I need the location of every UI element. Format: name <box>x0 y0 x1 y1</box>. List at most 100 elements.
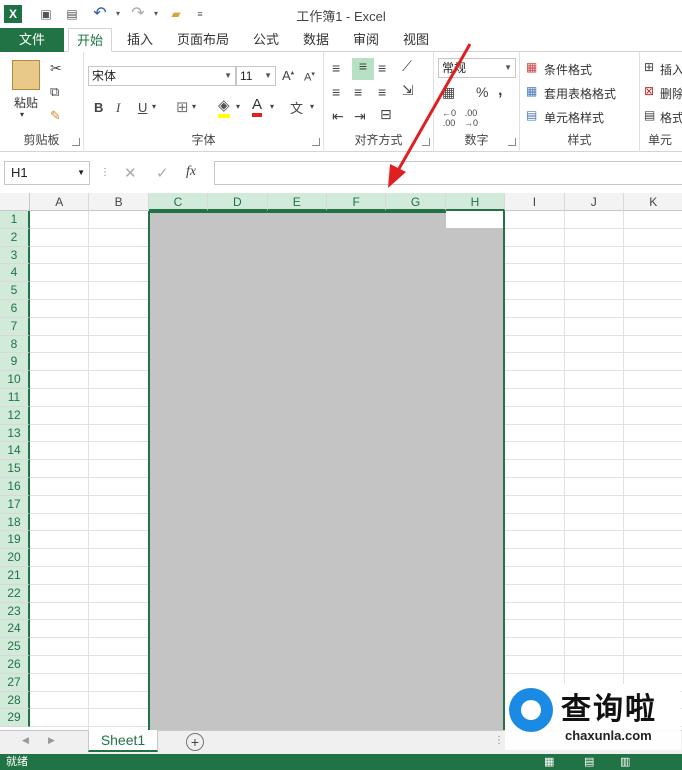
bottom-align-icon[interactable]: ≡ <box>378 60 386 76</box>
active-cell-h1[interactable] <box>446 211 503 228</box>
underline-dropdown-icon[interactable]: ▾ <box>152 102 156 111</box>
add-sheet-icon[interactable]: + <box>186 733 204 751</box>
row-header-3[interactable]: 3 <box>0 246 30 265</box>
format-painter-icon[interactable]: ✎ <box>50 108 61 124</box>
formula-input[interactable] <box>214 161 682 185</box>
column-header-j[interactable]: J <box>564 193 624 211</box>
cancel-icon[interactable]: ✕ <box>124 164 137 182</box>
alignment-launcher-icon[interactable] <box>422 138 430 146</box>
row-header-20[interactable]: 20 <box>0 549 30 567</box>
fill-color-icon[interactable]: ◈ <box>218 96 230 118</box>
row-header-21[interactable]: 21 <box>0 567 30 585</box>
row-header-5[interactable]: 5 <box>0 282 30 300</box>
column-header-h[interactable]: H <box>445 193 506 211</box>
font-color-dropdown-icon[interactable]: ▾ <box>270 102 274 111</box>
underline-button[interactable]: U <box>138 100 147 115</box>
column-header-i[interactable]: I <box>505 193 565 211</box>
percent-button[interactable]: % <box>476 84 488 100</box>
format-as-table-icon[interactable]: ▦ <box>526 84 537 98</box>
font-name-select[interactable]: 宋体 ▼ <box>88 66 236 86</box>
tab-formulas[interactable]: 公式 <box>246 28 286 52</box>
column-header-d[interactable]: D <box>208 193 268 211</box>
decrease-font-icon[interactable]: A▾ <box>304 70 315 84</box>
name-box[interactable]: H1 ▼ <box>4 161 90 185</box>
decrease-indent-icon[interactable]: ⇤ <box>332 108 344 125</box>
fill-dropdown-icon[interactable]: ▾ <box>236 102 240 111</box>
phonetic-icon[interactable]: 文 <box>290 98 303 117</box>
format-cells-button[interactable]: 格式 <box>660 109 682 126</box>
align-right-icon[interactable]: ≡ <box>378 84 386 100</box>
bold-button[interactable]: B <box>94 100 103 115</box>
selected-range[interactable] <box>148 211 505 730</box>
row-header-24[interactable]: 24 <box>0 620 30 639</box>
column-header-f[interactable]: F <box>327 193 387 211</box>
borders-icon[interactable]: ⊞ <box>176 98 189 116</box>
column-header-g[interactable]: G <box>386 193 446 211</box>
row-header-23[interactable]: 23 <box>0 602 30 621</box>
row-header-18[interactable]: 18 <box>0 513 30 532</box>
accounting-format-icon[interactable]: ▦ <box>442 84 455 101</box>
row-header-13[interactable]: 13 <box>0 424 30 443</box>
row-header-19[interactable]: 19 <box>0 531 30 550</box>
tab-data[interactable]: 数据 <box>296 28 336 52</box>
decrease-decimal-icon[interactable]: .00 →0 <box>464 108 478 128</box>
copy-icon[interactable]: ⧉ <box>50 84 59 100</box>
merge-center-icon[interactable]: ⊟ <box>380 106 392 123</box>
scroll-right-icon[interactable]: ▶ <box>48 735 55 746</box>
delete-cells-button[interactable]: 删除 <box>660 85 682 102</box>
tab-page-layout[interactable]: 页面布局 <box>170 28 236 52</box>
italic-button[interactable]: I <box>116 100 120 116</box>
orientation-icon[interactable]: ⟋ <box>402 58 412 75</box>
row-header-7[interactable]: 7 <box>0 317 30 336</box>
row-header-8[interactable]: 8 <box>0 335 30 354</box>
increase-indent-icon[interactable]: ⇥ <box>354 108 366 125</box>
row-header-26[interactable]: 26 <box>0 656 30 674</box>
comma-style-button[interactable]: , <box>498 82 502 100</box>
row-header-28[interactable]: 28 <box>0 691 30 710</box>
delete-cells-icon[interactable]: ⊠ <box>644 84 654 98</box>
font-launcher-icon[interactable] <box>312 138 320 146</box>
column-header-e[interactable]: E <box>267 193 327 211</box>
worksheet-grid[interactable]: A B C D E F G H I J K 1 2 3 4 5 6 7 8 9 10 11 12 13 14 15 16 17 18 19… <box>0 193 682 730</box>
tab-home[interactable]: 开始 <box>68 28 112 52</box>
conditional-format-icon[interactable]: ▦ <box>526 60 537 74</box>
cell-styles-button[interactable]: 单元格样式 <box>544 109 604 126</box>
paste-icon[interactable] <box>12 60 40 90</box>
font-color-icon[interactable]: A <box>252 96 263 117</box>
select-all-corner[interactable] <box>0 193 30 211</box>
borders-dropdown-icon[interactable]: ▾ <box>192 102 196 111</box>
align-left-icon[interactable]: ≡ <box>332 84 340 100</box>
row-header-22[interactable]: 22 <box>0 584 30 603</box>
row-header-15[interactable]: 15 <box>0 460 30 478</box>
format-cells-icon[interactable]: ▤ <box>644 108 655 122</box>
phonetic-dropdown-icon[interactable]: ▾ <box>310 102 314 111</box>
wrap-text-icon[interactable]: ⇲ <box>402 82 414 99</box>
normal-view-icon[interactable]: ▦ <box>544 754 554 770</box>
tab-review[interactable]: 审阅 <box>346 28 386 52</box>
enter-icon[interactable]: ✓ <box>156 164 169 182</box>
column-header-b[interactable]: B <box>89 193 149 211</box>
increase-font-icon[interactable]: A▴ <box>282 68 294 83</box>
tab-view[interactable]: 视图 <box>396 28 436 52</box>
tab-file[interactable]: 文件 <box>0 28 64 52</box>
row-header-9[interactable]: 9 <box>0 353 30 372</box>
middle-align-icon[interactable]: ≡ <box>352 58 374 80</box>
format-as-table-button[interactable]: 套用表格格式 <box>544 85 616 102</box>
paste-button[interactable]: 粘贴 <box>8 94 44 111</box>
tab-insert[interactable]: 插入 <box>118 28 162 52</box>
row-header-4[interactable]: 4 <box>0 264 30 283</box>
increase-decimal-icon[interactable]: ←0.00 <box>442 108 456 128</box>
row-header-12[interactable]: 12 <box>0 406 30 425</box>
conditional-format-button[interactable]: 条件格式 <box>544 61 592 78</box>
paste-dropdown-icon[interactable]: ▾ <box>20 110 24 119</box>
row-header-27[interactable]: 27 <box>0 673 30 692</box>
align-center-icon[interactable]: ≡ <box>354 84 362 100</box>
cell-styles-icon[interactable]: ▤ <box>526 108 537 122</box>
row-header-14[interactable]: 14 <box>0 442 30 461</box>
page-break-view-icon[interactable]: ▥ <box>620 754 630 770</box>
scroll-left-icon[interactable]: ◀ <box>22 735 29 746</box>
top-align-icon[interactable]: ≡ <box>332 60 340 76</box>
row-header-17[interactable]: 17 <box>0 495 30 514</box>
insert-function-button[interactable]: fx <box>186 164 196 180</box>
insert-cells-button[interactable]: 插入 <box>660 61 682 78</box>
